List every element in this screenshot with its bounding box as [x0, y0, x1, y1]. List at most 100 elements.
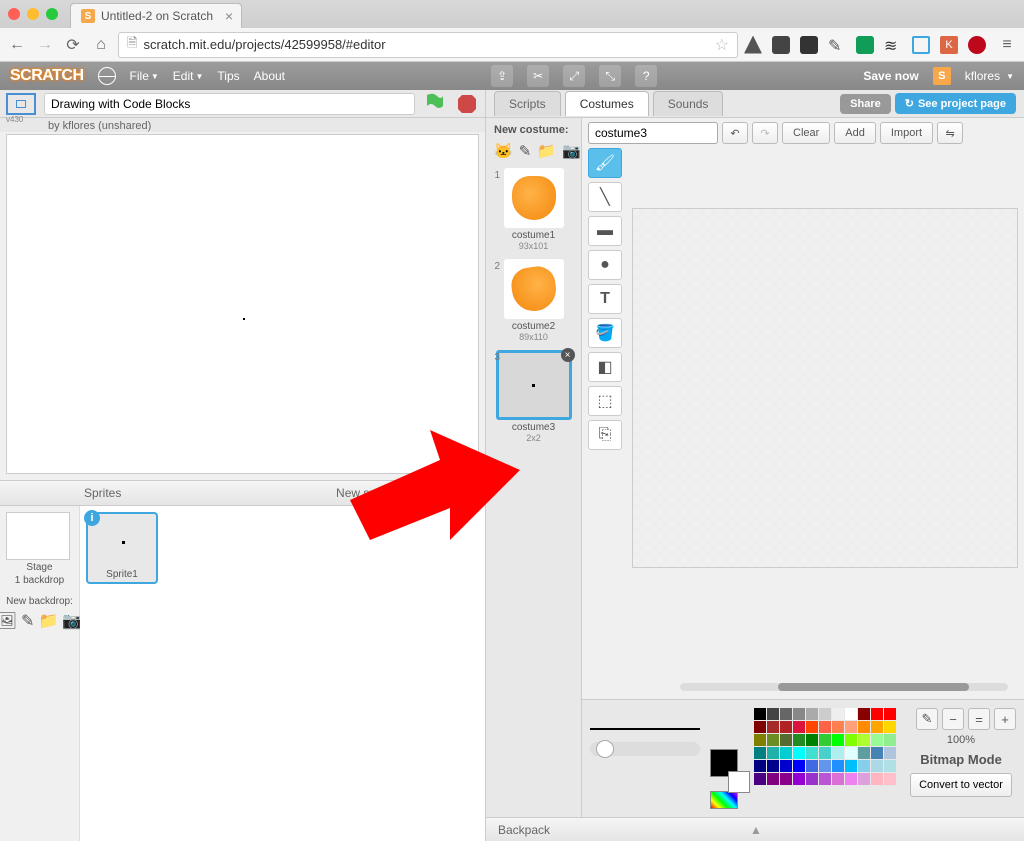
costume-thumb-1[interactable]: 1 costume1 93x101: [493, 168, 575, 251]
flip-h-icon[interactable]: ⇋: [937, 122, 963, 144]
palette-swatch[interactable]: [884, 747, 896, 759]
costume-name-input[interactable]: [588, 122, 718, 144]
backdrop-paint-icon[interactable]: ✎: [21, 611, 34, 631]
palette-swatch[interactable]: [767, 760, 779, 772]
palette-swatch[interactable]: [767, 708, 779, 720]
new-sprite-library-icon[interactable]: 🐱: [402, 486, 417, 500]
tab-costumes[interactable]: Costumes: [565, 91, 649, 116]
grow-icon[interactable]: ⤢: [563, 65, 585, 87]
user-menu[interactable]: kflores▼: [965, 69, 1014, 83]
palette-swatch[interactable]: [845, 760, 857, 772]
delete-icon[interactable]: ✂: [527, 65, 549, 87]
palette-swatch[interactable]: [871, 747, 883, 759]
palette-swatch[interactable]: [767, 773, 779, 785]
palette-swatch[interactable]: [806, 721, 818, 733]
select-tool[interactable]: ⬚: [588, 386, 622, 416]
palette-swatch[interactable]: [845, 773, 857, 785]
palette-swatch[interactable]: [793, 721, 805, 733]
brush-tool[interactable]: 🖌: [588, 148, 622, 178]
drawing-canvas[interactable]: [632, 208, 1018, 568]
menu-edit[interactable]: Edit▼: [173, 69, 204, 83]
add-button[interactable]: Add: [834, 122, 876, 144]
zoom-out-icon[interactable]: −: [942, 708, 964, 730]
ext-icon-mask[interactable]: [800, 36, 818, 54]
fullscreen-icon[interactable]: [6, 93, 36, 115]
palette-swatch[interactable]: [871, 760, 883, 772]
reload-button[interactable]: ⟳: [62, 34, 84, 56]
palette-swatch[interactable]: [780, 760, 792, 772]
palette-swatch[interactable]: [858, 734, 870, 746]
palette-swatch[interactable]: [819, 734, 831, 746]
palette-swatch[interactable]: [884, 773, 896, 785]
palette-swatch[interactable]: [780, 734, 792, 746]
palette-swatch[interactable]: [858, 721, 870, 733]
palette-swatch[interactable]: [754, 773, 766, 785]
ext-icon-1[interactable]: [744, 36, 762, 54]
rect-tool[interactable]: ▬: [588, 216, 622, 246]
line-tool[interactable]: ╲: [588, 182, 622, 212]
palette-swatch[interactable]: [780, 721, 792, 733]
fill-tool[interactable]: 🪣: [588, 318, 622, 348]
browser-tab[interactable]: S Untitled-2 on Scratch ×: [70, 3, 242, 28]
secondary-color[interactable]: [728, 771, 750, 793]
menu-tips[interactable]: Tips: [217, 69, 239, 83]
save-now[interactable]: Save now: [863, 69, 918, 83]
ellipse-tool[interactable]: ●: [588, 250, 622, 280]
palette-swatch[interactable]: [754, 760, 766, 772]
ext-icon-pocket[interactable]: [772, 36, 790, 54]
costume-camera-icon[interactable]: 📷: [562, 142, 581, 160]
palette-swatch[interactable]: [858, 773, 870, 785]
ext-icon-pinterest[interactable]: [968, 36, 986, 54]
user-avatar-icon[interactable]: S: [933, 67, 951, 85]
ext-icon-wand[interactable]: ✎: [828, 36, 846, 54]
backpack-bar[interactable]: Backpack ▲: [486, 817, 1024, 841]
palette-swatch[interactable]: [793, 773, 805, 785]
palette-swatch[interactable]: [832, 747, 844, 759]
palette-swatch[interactable]: [819, 721, 831, 733]
back-button[interactable]: ←: [6, 34, 28, 56]
palette-swatch[interactable]: [754, 721, 766, 733]
palette-swatch[interactable]: [767, 721, 779, 733]
palette-swatch[interactable]: [858, 747, 870, 759]
color-gradient-icon[interactable]: [710, 791, 738, 809]
palette-swatch[interactable]: [845, 747, 857, 759]
palette-swatch[interactable]: [806, 734, 818, 746]
menu-icon[interactable]: ≡: [996, 34, 1018, 56]
palette-swatch[interactable]: [845, 734, 857, 746]
palette-swatch[interactable]: [845, 721, 857, 733]
tab-sounds[interactable]: Sounds: [653, 91, 724, 116]
palette-swatch[interactable]: [858, 708, 870, 720]
duplicate-icon[interactable]: ⇪: [491, 65, 513, 87]
palette-swatch[interactable]: [793, 734, 805, 746]
palette-swatch[interactable]: [806, 760, 818, 772]
palette-swatch[interactable]: [832, 734, 844, 746]
palette-swatch[interactable]: [780, 708, 792, 720]
scratch-logo[interactable]: SCRATCH: [10, 67, 84, 85]
palette-swatch[interactable]: [767, 747, 779, 759]
palette-swatch[interactable]: [832, 773, 844, 785]
palette-swatch[interactable]: [767, 734, 779, 746]
color-palette[interactable]: [754, 708, 896, 785]
stage-thumbnail[interactable]: [6, 512, 70, 560]
palette-swatch[interactable]: [819, 760, 831, 772]
palette-swatch[interactable]: [871, 773, 883, 785]
palette-swatch[interactable]: [780, 773, 792, 785]
convert-vector-button[interactable]: Convert to vector: [910, 773, 1012, 797]
ext-icon-frame[interactable]: [912, 36, 930, 54]
palette-swatch[interactable]: [832, 708, 844, 720]
palette-swatch[interactable]: [871, 708, 883, 720]
palette-swatch[interactable]: [819, 773, 831, 785]
sprite-item[interactable]: i Sprite1: [86, 512, 158, 584]
palette-swatch[interactable]: [793, 760, 805, 772]
palette-swatch[interactable]: [832, 760, 844, 772]
palette-swatch[interactable]: [845, 708, 857, 720]
palette-swatch[interactable]: [754, 708, 766, 720]
green-flag-icon[interactable]: [423, 92, 447, 116]
palette-swatch[interactable]: [884, 760, 896, 772]
palette-swatch[interactable]: [884, 708, 896, 720]
palette-swatch[interactable]: [884, 734, 896, 746]
costume-thumb-3[interactable]: 3 × costume3 2x2: [493, 350, 575, 443]
stage-canvas[interactable]: [6, 134, 479, 474]
close-window[interactable]: [8, 8, 20, 20]
globe-icon[interactable]: [98, 67, 116, 85]
